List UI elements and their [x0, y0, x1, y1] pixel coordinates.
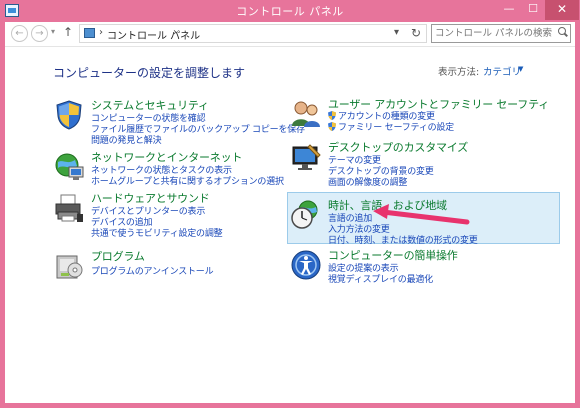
minimize-button[interactable]: —: [497, 0, 521, 20]
back-button[interactable]: ←: [11, 25, 28, 42]
window-title: コントロール パネル: [236, 5, 344, 18]
up-button[interactable]: ↑: [63, 25, 73, 39]
main-content: コンピューターの設定を調整します 表示方法: カテゴリ ▼ システムとセキュリテ…: [5, 47, 575, 403]
forward-button[interactable]: →: [31, 25, 48, 42]
breadcrumb-control-panel[interactable]: コントロール パネル: [107, 27, 200, 42]
address-bar[interactable]: › コントロール パネル › ▾ ↻: [79, 24, 427, 43]
title-bar[interactable]: コントロール パネル — ☐ ✕: [0, 0, 580, 22]
close-button[interactable]: ✕: [545, 0, 579, 20]
control-panel-window: コントロール パネル — ☐ ✕ ← → ▾ ↑ › コントロール パネル › …: [0, 0, 580, 408]
control-panel-icon: [84, 28, 95, 38]
breadcrumb-separator[interactable]: ›: [99, 27, 103, 38]
refresh-button[interactable]: ↻: [411, 26, 421, 40]
breadcrumb-separator[interactable]: ›: [173, 27, 177, 38]
recent-locations-dropdown[interactable]: ▾: [51, 27, 55, 36]
address-toolbar: ← → ▾ ↑ › コントロール パネル › ▾ ↻: [5, 22, 575, 47]
search-input[interactable]: [431, 24, 571, 43]
annotation-arrow-icon: [373, 204, 470, 225]
search-icon[interactable]: [558, 27, 566, 35]
address-history-dropdown[interactable]: ▾: [394, 27, 399, 38]
maximize-button[interactable]: ☐: [521, 0, 545, 20]
